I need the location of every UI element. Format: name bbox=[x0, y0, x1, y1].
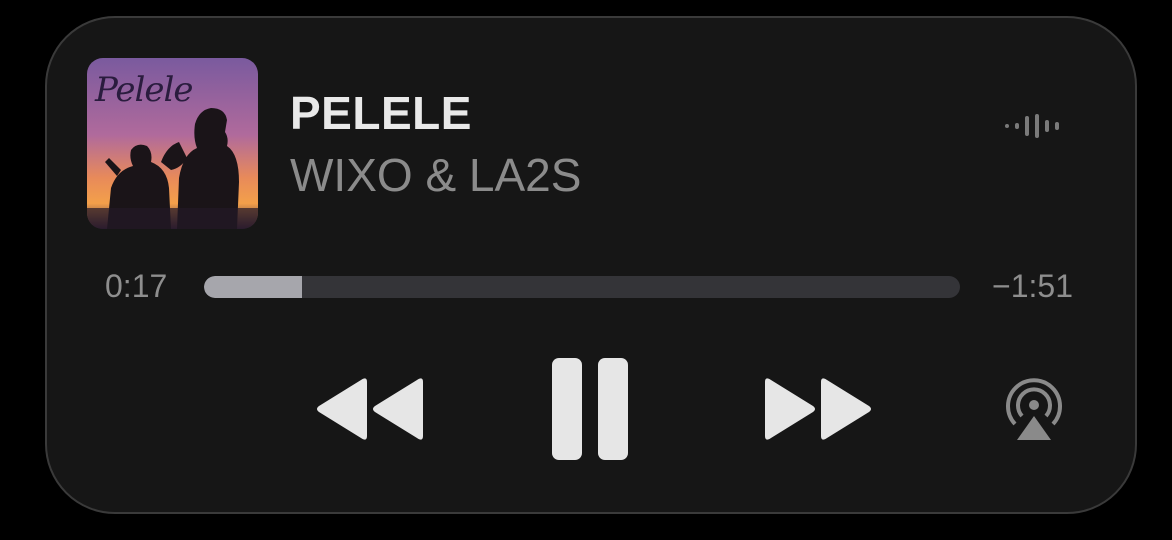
audio-waveform-icon bbox=[1005, 114, 1059, 138]
artist-name[interactable]: WIXO & LA2S bbox=[290, 148, 581, 202]
remaining-time: −1:51 bbox=[992, 268, 1073, 304]
artwork-title-text: Pelele bbox=[95, 70, 193, 110]
elapsed-time: 0:17 bbox=[105, 268, 168, 304]
fast-forward-icon bbox=[765, 378, 871, 440]
album-artwork[interactable]: Pelele bbox=[87, 58, 258, 229]
progress-fill bbox=[204, 276, 303, 298]
airplay-button[interactable] bbox=[999, 372, 1069, 442]
fast-forward-button[interactable] bbox=[761, 376, 873, 442]
now-playing-widget: Pelele PELELE WIXO & LA2S 0:17 −1:51 bbox=[45, 16, 1137, 514]
song-title[interactable]: PELELE bbox=[290, 86, 472, 140]
pause-icon bbox=[552, 358, 628, 460]
progress-bar[interactable] bbox=[204, 276, 960, 298]
rewind-icon bbox=[317, 378, 423, 440]
rewind-button[interactable] bbox=[315, 376, 427, 442]
pause-button[interactable] bbox=[552, 358, 632, 460]
